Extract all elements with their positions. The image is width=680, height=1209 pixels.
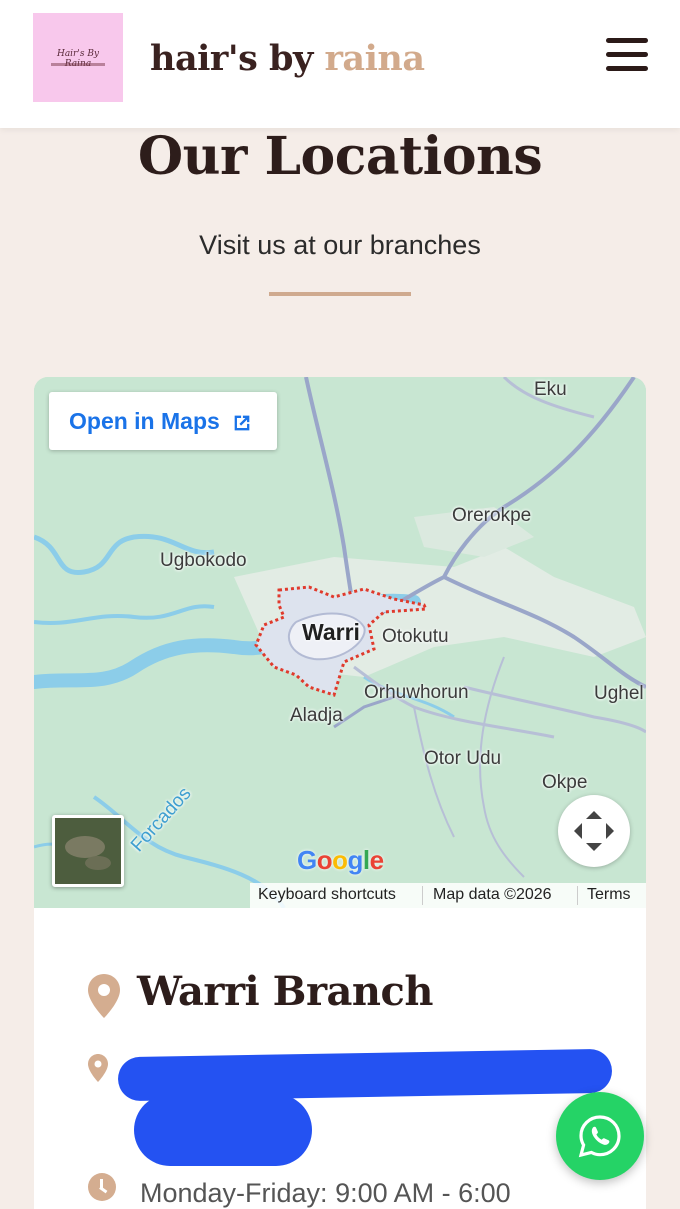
site-logo[interactable]: Hair's By Raina [33,13,123,102]
branch-name: Warri Branch [137,968,433,1015]
map-place-label: Otokutu [382,626,449,647]
expand-arrows-icon [574,811,614,851]
map-place-label: Orerokpe [452,505,532,526]
attribution-divider [577,886,578,905]
page-subtitle: Visit us at our branches [199,230,481,260]
brand-accent: raina [324,38,425,79]
map-place-label: Otor Udu [424,748,502,769]
terms-link[interactable]: Terms [587,886,631,904]
page-title: Our Locations [137,126,543,187]
logo-underline [51,63,105,66]
menu-bar [606,66,648,71]
site-header: Hair's By Raina hair's by raina [0,0,680,128]
map-place-label: Warri [302,619,360,645]
open-in-maps-button[interactable]: Open in Maps [49,392,277,450]
satellite-layer-icon[interactable] [52,815,124,887]
map-place-label: Okpe [542,772,588,793]
branch-card: Warri Branch Monday-Friday: 9:00 AM - 6:… [34,908,646,1209]
opening-hours: Monday-Friday: 9:00 AM - 6:00 [140,1178,511,1208]
title-divider [269,292,411,296]
location-pin-icon [88,974,120,1018]
keyboard-shortcuts-link[interactable]: Keyboard shortcuts [258,886,396,904]
map-data-credit: Map data ©2026 [433,886,552,903]
map-place-label: Aladja [290,705,343,726]
google-logo: Google [297,845,384,875]
whatsapp-button[interactable] [556,1092,644,1180]
redacted-address [134,1094,312,1166]
menu-bar [606,38,648,43]
logo-text: Hair's By Raina [56,49,100,69]
address-pin-icon [88,1054,108,1082]
map-place-label: Orhuwhorun [364,682,469,703]
location-map[interactable]: Eku Orerokpe Ugbokodo Warri Otokutu Orhu… [34,377,646,908]
clock-icon [88,1173,116,1201]
map-place-label: Ughel [594,683,644,704]
external-link-icon [234,415,250,431]
menu-bar [606,52,648,57]
whatsapp-icon [578,1115,621,1158]
hamburger-menu-icon[interactable] [606,38,648,74]
brand-name[interactable]: hair's by raina [150,38,425,79]
fullscreen-expand-icon[interactable] [558,795,630,867]
attribution-divider [422,886,423,905]
brand-primary: hair's by [150,38,313,79]
map-attribution-bar: Keyboard shortcuts Map data ©2026 Terms [250,883,646,908]
map-place-label: Eku [534,379,567,400]
map-place-label: Ugbokodo [160,550,247,571]
open-in-maps-label: Open in Maps [69,408,220,434]
